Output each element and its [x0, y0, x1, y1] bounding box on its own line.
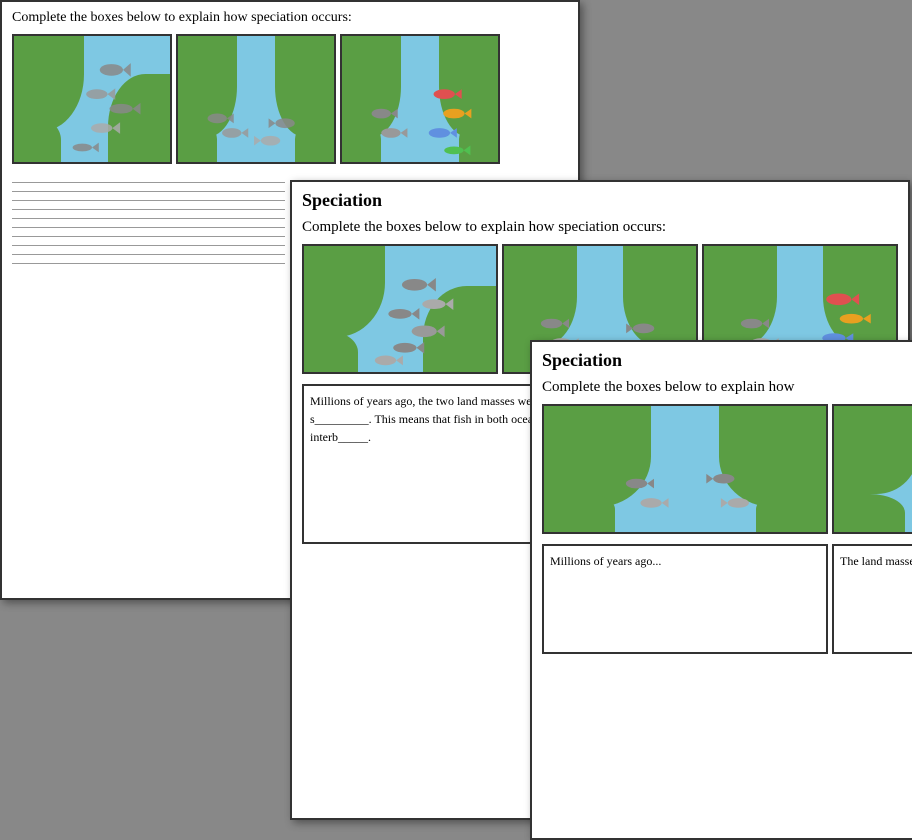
line [12, 263, 285, 264]
line [12, 182, 285, 183]
fish-panel-1 [12, 34, 172, 164]
front-fish-panels [532, 404, 912, 544]
line [12, 200, 285, 201]
line [12, 209, 285, 210]
line [12, 236, 285, 237]
front-title: Speciation [532, 342, 912, 375]
front-fish-panel-2 [832, 404, 912, 534]
mid-instruction: Complete the boxes below to explain how … [292, 215, 908, 244]
front-instruction: Complete the boxes below to explain how [532, 375, 912, 404]
worksheet-front: Speciation Complete the boxes below to e… [530, 340, 912, 840]
back-fish-panels [2, 34, 578, 172]
line [12, 254, 285, 255]
fish-panel-3 [340, 34, 500, 164]
front-bottom-right-text: The land masses joined... [840, 554, 912, 568]
line [12, 191, 285, 192]
line [12, 245, 285, 246]
front-textbox-right: The land masses joined... [832, 544, 912, 654]
line [12, 218, 285, 219]
mid-fish-panel-1 [302, 244, 498, 374]
front-fish-panel-1 [542, 404, 828, 534]
front-textbox-left: Millions of years ago... [542, 544, 828, 654]
line [12, 227, 285, 228]
lined-col-1 [12, 182, 285, 264]
front-text-boxes: Millions of years ago... The land masses… [532, 544, 912, 664]
fish-panel-2 [176, 34, 336, 164]
mid-title: Speciation [292, 182, 908, 215]
back-instruction: Complete the boxes below to explain how … [2, 2, 578, 34]
front-bottom-left-text: Millions of years ago... [550, 554, 661, 568]
